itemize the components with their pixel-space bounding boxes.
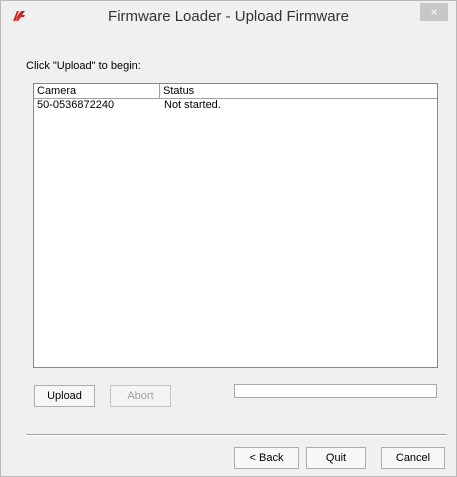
footer-separator [26,434,447,436]
abort-button[interactable]: Abort [110,385,171,407]
camera-list[interactable]: Camera Status 50-0536872240 Not started. [33,83,438,368]
camera-status: Not started. [164,99,221,111]
firmware-loader-window: Firmware Loader - Upload Firmware × Clic… [0,0,457,477]
camera-serial: 50-0536872240 [37,99,115,111]
quit-button[interactable]: Quit [306,447,366,469]
instruction-label: Click "Upload" to begin: [26,60,141,72]
list-item[interactable]: 50-0536872240 Not started. [34,99,437,112]
back-button[interactable]: < Back [234,447,299,469]
column-header-camera[interactable]: Camera [34,84,160,98]
camera-list-header: Camera Status [34,84,437,99]
window-title: Firmware Loader - Upload Firmware [108,8,349,25]
title-bar[interactable]: Firmware Loader - Upload Firmware × [1,1,456,31]
column-header-status[interactable]: Status [160,84,437,98]
close-button[interactable]: × [420,3,448,21]
cancel-button[interactable]: Cancel [381,447,445,469]
upload-button[interactable]: Upload [34,385,95,407]
upload-progress-bar [234,384,437,398]
